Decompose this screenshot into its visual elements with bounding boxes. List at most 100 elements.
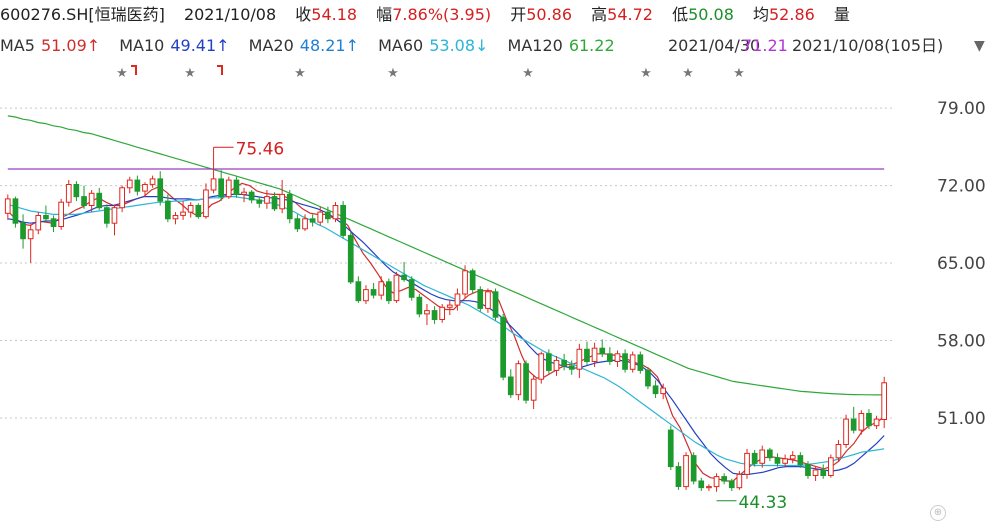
candle-body: [744, 452, 750, 475]
candle: [20, 214, 26, 249]
candle-body: [507, 376, 514, 396]
candle: [65, 180, 72, 207]
candle-body: [424, 310, 430, 315]
candle-body: [835, 444, 842, 459]
candle: [35, 212, 42, 235]
candle-body: [325, 211, 331, 220]
candle-body: [218, 178, 225, 198]
candle-body: [683, 455, 689, 488]
candle-body: [393, 274, 400, 302]
y-tick-label: 51.00: [937, 409, 986, 429]
candle-body: [446, 304, 453, 308]
candle: [873, 415, 880, 430]
candle-body: [850, 418, 857, 431]
candle-body: [667, 429, 674, 468]
candle-body: [485, 291, 491, 309]
candle-body: [584, 348, 590, 362]
candle: [645, 367, 651, 390]
candle: [698, 477, 705, 491]
candle-body: [759, 449, 766, 464]
candle-body: [416, 296, 423, 315]
candle-body: [782, 458, 788, 464]
candle: [728, 478, 735, 491]
candle-body: [576, 348, 583, 370]
candle: [355, 276, 362, 303]
candle-body: [370, 289, 377, 296]
candle-body: [866, 413, 872, 427]
candle: [523, 360, 529, 404]
candle-body: [713, 476, 720, 488]
watermark: ⊕: [930, 504, 948, 521]
candle-body: [286, 193, 293, 220]
candle: [126, 176, 133, 194]
candle: [408, 276, 415, 301]
candle-body: [721, 476, 727, 482]
star-marker-icon: ★: [682, 66, 694, 81]
candle-body: [591, 347, 598, 363]
candle-body: [119, 187, 126, 209]
candle-body: [828, 457, 834, 476]
candle: [515, 360, 522, 401]
candle: [12, 196, 19, 228]
candle-body: [355, 281, 362, 302]
candle-body: [797, 455, 804, 466]
candle: [271, 192, 278, 212]
candle: [439, 303, 445, 323]
candle-body: [675, 466, 682, 488]
candle: [538, 351, 545, 384]
candle: [218, 170, 225, 202]
candle-body: [431, 310, 438, 321]
flag-marker-icon: [217, 65, 223, 75]
candle: [675, 462, 682, 490]
candle: [607, 347, 613, 365]
candle-body: [401, 274, 407, 281]
candle-body: [843, 418, 849, 446]
candle-body: [256, 199, 263, 204]
candle: [401, 261, 407, 282]
candle-body: [751, 452, 758, 464]
candle: [599, 339, 606, 358]
candle-body: [309, 218, 316, 223]
candle-body: [317, 211, 324, 223]
candle-body: [12, 198, 19, 224]
candle: [104, 204, 110, 228]
candle-body: [439, 306, 445, 320]
candle: [416, 294, 423, 318]
candle: [96, 187, 103, 210]
candle: [774, 453, 781, 467]
candle: [340, 201, 346, 239]
candle-body: [134, 179, 141, 192]
candle-body: [690, 455, 697, 482]
candle-body: [248, 191, 255, 201]
candle: [446, 300, 453, 316]
candle-body: [172, 215, 179, 220]
candle-body: [599, 347, 606, 355]
candle: [378, 276, 385, 300]
candle: [477, 286, 484, 312]
candle-body: [553, 359, 560, 371]
candle-body: [462, 270, 468, 295]
candle: [73, 181, 80, 202]
candle-body: [767, 449, 773, 459]
candle: [744, 448, 750, 479]
candle-body: [607, 353, 613, 362]
candle-body: [340, 205, 346, 236]
candle-body: [622, 353, 628, 370]
candlestick-chart[interactable]: ★ ★ ★ ★ ★ ★ ★ ★ 75.46 44.33 79.00 72.00 65.00 58.00…: [0, 0, 1002, 531]
candle: [584, 341, 590, 365]
candle-body: [294, 218, 301, 230]
candle-body: [50, 218, 57, 228]
star-marker-icon: ★: [294, 66, 306, 81]
candle: [767, 447, 773, 462]
candle-body: [210, 178, 217, 191]
candle: [172, 212, 179, 225]
candle: [713, 473, 720, 492]
candle: [843, 414, 849, 448]
candle-body: [660, 387, 666, 395]
candle: [225, 176, 232, 199]
high-annotation: 75.46: [236, 139, 285, 159]
candle: [492, 288, 499, 321]
candle: [683, 452, 689, 490]
candle-body: [65, 184, 72, 203]
candle-body: [812, 469, 819, 476]
